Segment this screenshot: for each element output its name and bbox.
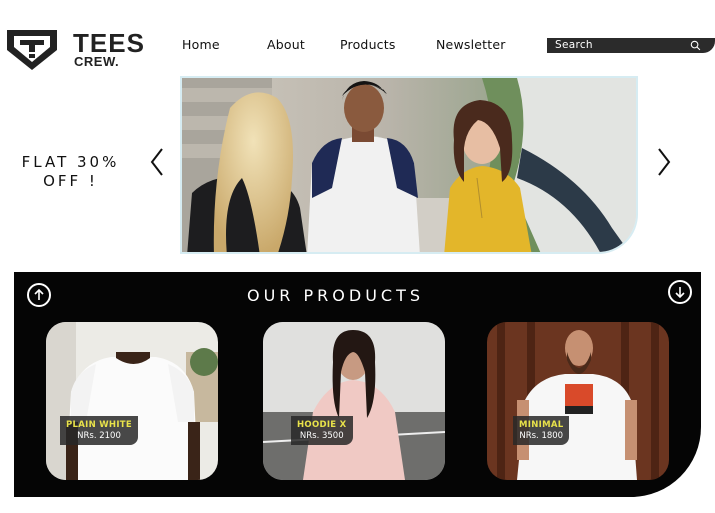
nav-newsletter[interactable]: Newsletter [436, 37, 506, 52]
product-card[interactable]: MINIMAL NRs. 1800 [487, 322, 669, 480]
search-placeholder: Search [555, 39, 593, 51]
chevron-right-icon[interactable] [652, 145, 674, 179]
product-image [487, 322, 669, 480]
arrow-down-circle-icon[interactable] [668, 280, 692, 304]
product-image [263, 322, 445, 480]
product-card[interactable]: HOODIE X NRs. 3500 [263, 322, 445, 480]
search-icon[interactable] [690, 40, 701, 51]
product-tag: PLAIN WHITE NRs. 2100 [60, 416, 139, 445]
chevron-left-icon[interactable] [147, 145, 169, 179]
section-title: OUR PRODUCTS [247, 286, 424, 305]
product-name: HOODIE X [297, 420, 347, 430]
product-image [46, 322, 218, 480]
hero-banner-image [180, 76, 638, 254]
product-price: NRs. 3500 [299, 431, 344, 441]
promo-line-2: OFF ! [43, 172, 98, 190]
tees-crew-logo-icon [7, 30, 57, 70]
nav-about[interactable]: About [267, 37, 305, 52]
product-price: NRs. 1800 [519, 431, 564, 441]
arrow-up-circle-icon[interactable] [27, 283, 51, 307]
nav-home[interactable]: Home [182, 37, 220, 52]
search-input[interactable]: Search [547, 38, 715, 53]
promo-line-1: FLAT 30% [21, 153, 120, 171]
product-price: NRs. 2100 [77, 431, 121, 441]
product-name: PLAIN WHITE [66, 420, 133, 430]
brand-subname: CREW. [74, 54, 120, 69]
brand-logo[interactable]: TEES CREW. [4, 26, 149, 72]
promo-text: FLAT 30% OFF ! [8, 153, 133, 191]
product-name: MINIMAL [519, 420, 564, 430]
products-section: OUR PRODUCTS PLAIN WHITE NRs. 2100 HOODI… [14, 272, 701, 497]
nav-products[interactable]: Products [340, 37, 396, 52]
product-tag: HOODIE X NRs. 3500 [291, 416, 353, 445]
product-tag: MINIMAL NRs. 1800 [513, 416, 570, 445]
product-card[interactable]: PLAIN WHITE NRs. 2100 [46, 322, 218, 480]
